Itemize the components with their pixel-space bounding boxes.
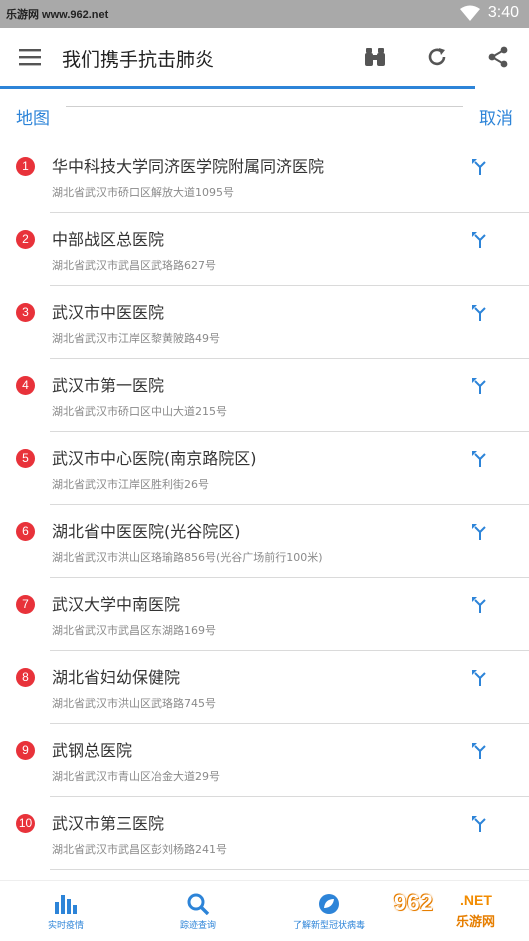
route-icon[interactable]	[471, 669, 489, 687]
hospital-address: 湖北省武汉市洪山区武珞路745号	[52, 697, 216, 710]
menu-icon[interactable]	[19, 48, 41, 66]
list-item[interactable]: 10 武汉市第三医院湖北省武汉市武昌区彭刘杨路241号	[0, 797, 529, 870]
index-badge: 9	[16, 741, 35, 760]
logo-number: 962	[394, 890, 434, 915]
status-bar: 乐游网 www.962.net 3:40	[0, 0, 529, 28]
index-badge: 10	[16, 814, 35, 833]
search-input-underline[interactable]	[66, 106, 463, 107]
cancel-button[interactable]: 取消	[479, 104, 513, 129]
list-item[interactable]: 4 武汉市第一医院湖北省武汉市硚口区中山大道215号	[0, 359, 529, 432]
list-item[interactable]: 1 华中科技大学同济医学院附属同济医院湖北省武汉市硚口区解放大道1095号	[0, 140, 529, 213]
hospital-address: 湖北省武汉市青山区冶金大道29号	[52, 770, 220, 783]
list-item[interactable]: 8 湖北省妇幼保健院湖北省武汉市洪山区武珞路745号	[0, 651, 529, 724]
hospital-address: 湖北省武汉市硚口区中山大道215号	[52, 405, 227, 418]
nav-label: 了解新型冠状病毒	[292, 921, 365, 931]
hospital-name: 武汉大学中南医院	[52, 595, 181, 614]
index-badge: 5	[16, 449, 35, 468]
route-icon[interactable]	[471, 158, 489, 176]
progress-line	[0, 86, 475, 89]
list-item[interactable]: 3 武汉市中医医院湖北省武汉市江岸区黎黄陂路49号	[0, 286, 529, 359]
route-icon[interactable]	[471, 523, 489, 541]
hospital-name: 武汉市中心医院(南京路院区)	[52, 449, 257, 468]
hospital-address: 湖北省武汉市武昌区彭刘杨路241号	[52, 843, 227, 856]
nav-trace-query[interactable]: 踪迹查询	[143, 893, 253, 931]
leaf-icon	[319, 894, 339, 914]
search-icon	[187, 893, 210, 915]
clock: 3:40	[487, 4, 519, 21]
hospital-name: 武钢总医院	[52, 741, 133, 760]
binoculars-icon[interactable]	[364, 46, 386, 68]
index-badge: 2	[16, 230, 35, 249]
nav-learn-coronavirus[interactable]: 了解新型冠状病毒	[274, 893, 384, 931]
page-title: 我们携手抗击肺炎	[62, 49, 215, 71]
search-row: 地图 取消	[0, 95, 529, 133]
route-icon[interactable]	[471, 815, 489, 833]
list-item[interactable]: 9 武钢总医院湖北省武汉市青山区冶金大道29号	[0, 724, 529, 797]
hospital-address: 湖北省武汉市江岸区黎黄陂路49号	[52, 332, 220, 345]
hospital-address: 湖北省武汉市江岸区胜利街26号	[52, 478, 209, 491]
list-item[interactable]: 6 湖北省中医医院(光谷院区) 湖北省武汉市洪山区珞瑜路856号(光谷广场前行100…	[0, 505, 529, 578]
route-icon[interactable]	[471, 742, 489, 760]
route-icon[interactable]	[471, 450, 489, 468]
divider	[50, 869, 529, 870]
index-badge: 4	[16, 376, 35, 395]
hospital-name: 中部战区总医院	[52, 230, 165, 249]
hospital-name: 华中科技大学同济医学院附属同济医院	[52, 157, 325, 176]
hospital-name: 武汉市第一医院	[52, 376, 165, 395]
hospital-name: 武汉市第三医院	[52, 814, 165, 833]
index-badge: 6	[16, 522, 35, 541]
route-icon[interactable]	[471, 596, 489, 614]
logo-suffix: .NET	[460, 892, 492, 908]
list-item[interactable]: 5 武汉市中心医院(南京路院区) 湖北省武汉市江岸区胜利街26号	[0, 432, 529, 505]
list-item[interactable]: 2 中部战区总医院湖北省武汉市武昌区武珞路627号	[0, 213, 529, 286]
index-badge: 3	[16, 303, 35, 322]
logo-text: 乐游网	[456, 915, 496, 930]
hospital-name: 湖北省中医医院(光谷院区)	[52, 522, 241, 541]
route-icon[interactable]	[471, 377, 489, 395]
route-icon[interactable]	[471, 304, 489, 322]
wifi-icon	[460, 5, 480, 21]
index-badge: 7	[16, 595, 35, 614]
list-item[interactable]: 7 武汉大学中南医院湖北省武汉市武昌区东湖路169号	[0, 578, 529, 651]
watermark-text: 乐游网 www.962.net	[6, 9, 109, 21]
index-badge: 8	[16, 668, 35, 687]
watermark-logo: 962 .NET 乐游网	[392, 886, 524, 936]
index-badge: 1	[16, 157, 35, 176]
app-bar: 我们携手抗击肺炎	[0, 28, 529, 88]
hospital-address: 湖北省武汉市硚口区解放大道1095号	[52, 186, 234, 199]
share-icon[interactable]	[487, 46, 509, 68]
nav-label: 实时疫情	[47, 921, 84, 931]
nav-label: 踪迹查询	[179, 921, 216, 931]
hospital-address: 湖北省武汉市洪山区珞瑜路856号(光谷广场前行100米)	[52, 551, 323, 564]
hospital-list: 1 华中科技大学同济医学院附属同济医院湖北省武汉市硚口区解放大道1095号 2 中部战…	[0, 140, 529, 870]
hospital-name: 湖北省妇幼保健院	[52, 668, 181, 687]
hospital-address: 湖北省武汉市武昌区武珞路627号	[52, 259, 216, 272]
refresh-icon[interactable]	[426, 46, 448, 68]
hospital-name: 武汉市中医医院	[52, 303, 165, 322]
hospital-address: 湖北省武汉市武昌区东湖路169号	[52, 624, 216, 637]
map-button[interactable]: 地图	[16, 104, 50, 129]
nav-realtime-epidemic[interactable]: 实时疫情	[11, 893, 121, 931]
bar-chart-icon	[55, 895, 77, 914]
route-icon[interactable]	[471, 231, 489, 249]
